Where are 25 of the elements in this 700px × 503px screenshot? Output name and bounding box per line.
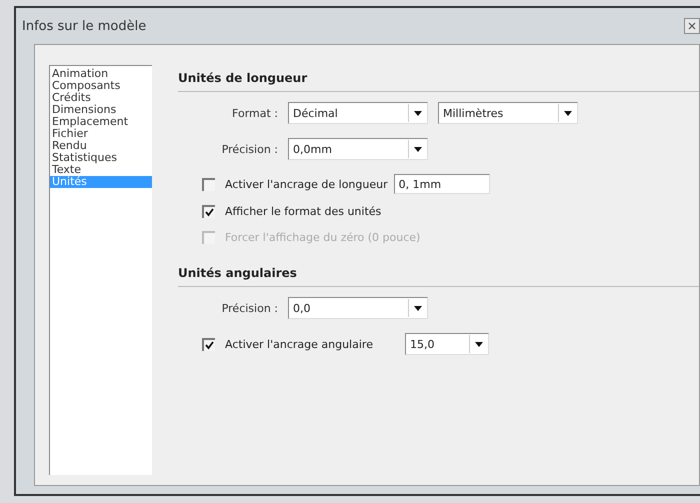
section-heading: Unités de longueur bbox=[178, 71, 699, 92]
checkbox-label: Afficher le format des unités bbox=[225, 204, 382, 218]
checkbox-label: Forcer l'affichage du zéro (0 pouce) bbox=[225, 230, 420, 244]
category-item[interactable]: Animation bbox=[50, 68, 152, 80]
window-title: Infos sur le modèle bbox=[22, 18, 146, 34]
dropdown[interactable]: 0,0 bbox=[288, 297, 428, 319]
input-field[interactable]: 0, 1mm bbox=[394, 174, 490, 194]
dropdown[interactable]: Décimal bbox=[288, 102, 428, 124]
category-item[interactable]: Composants bbox=[50, 80, 152, 92]
dropdown[interactable]: 15,0 bbox=[404, 333, 489, 355]
category-item[interactable]: Dimensions bbox=[50, 104, 152, 116]
dropdown[interactable]: Millimètres bbox=[438, 102, 578, 124]
category-item[interactable]: Fichier bbox=[50, 128, 152, 140]
category-item[interactable]: Statistiques bbox=[50, 152, 152, 164]
field-label: Format : bbox=[231, 106, 278, 120]
category-item[interactable]: Crédits bbox=[50, 92, 152, 104]
dropdown[interactable]: 0,0mm bbox=[288, 138, 428, 160]
checkbox-label: Activer l'ancrage de longueur bbox=[225, 178, 388, 190]
category-item[interactable]: Emplacement bbox=[50, 116, 152, 128]
section-heading: Unités angulaires bbox=[178, 266, 699, 287]
checkbox-label: Activer l'ancrage angulaire bbox=[225, 338, 373, 350]
field-label: Précision : bbox=[220, 302, 278, 314]
field-label: Précision : bbox=[220, 142, 278, 156]
category-item[interactable]: Rendu bbox=[50, 140, 152, 152]
category-item[interactable]: Texte bbox=[50, 164, 152, 176]
